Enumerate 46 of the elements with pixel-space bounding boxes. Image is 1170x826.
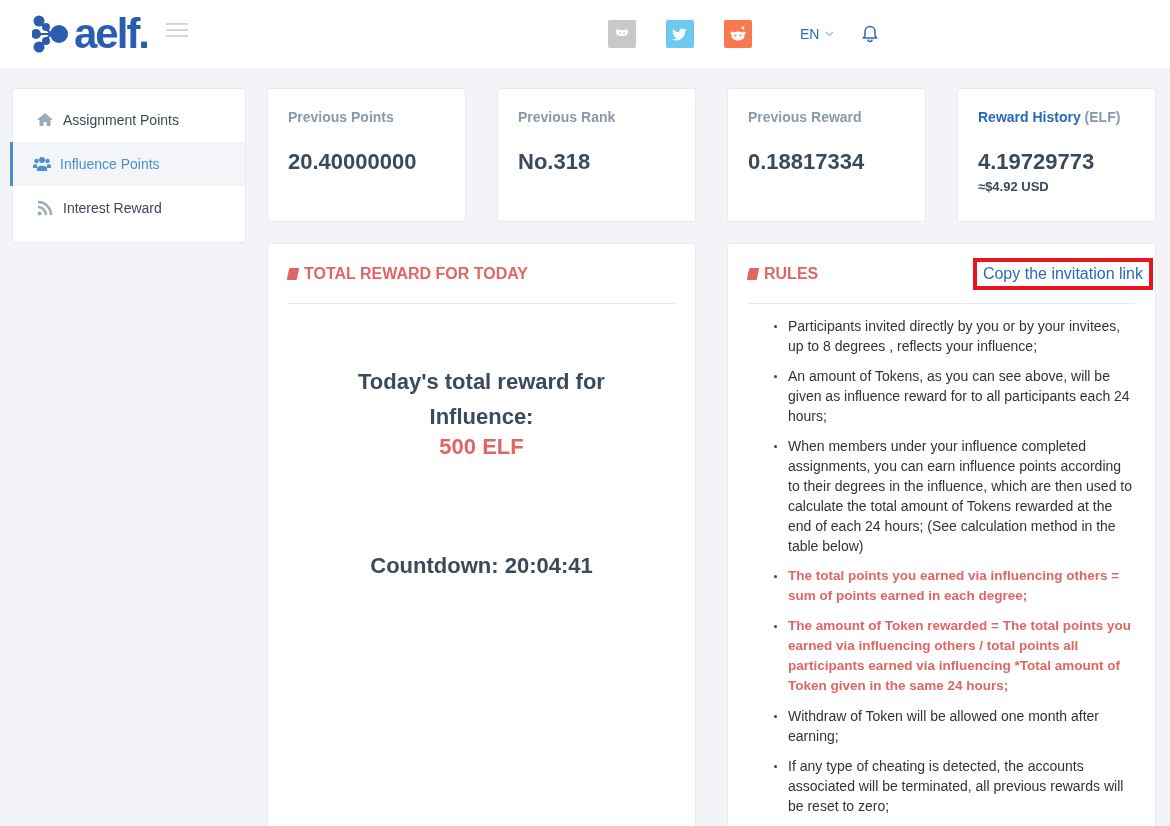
rss-icon	[36, 199, 54, 217]
bullet-icon	[774, 715, 777, 718]
bullet-icon	[774, 445, 777, 448]
bullet-icon	[774, 765, 777, 768]
panel-heading: TOTAL REWARD FOR TODAY	[288, 264, 528, 283]
stat-value: No.318	[518, 149, 592, 175]
stat-value: 4.19729773	[978, 149, 1096, 175]
stat-title[interactable]: Reward History (ELF)	[978, 109, 1135, 125]
stat-title: Previous Rank	[518, 109, 617, 125]
sidebar-item[interactable]: Assignment Points	[13, 98, 245, 142]
bullet-icon	[774, 575, 777, 578]
rule-text: Withdraw of Token will be allowed one month after earning;	[788, 707, 1100, 746]
bullet-icon	[774, 375, 777, 378]
cat-logo-icon[interactable]	[608, 20, 636, 48]
reward-title: Today's total reward for Influence:	[357, 368, 606, 431]
usd-value: ≈$4.92 USD	[978, 179, 1050, 194]
stat-title: Previous Reward	[748, 109, 863, 125]
bell-icon[interactable]	[862, 25, 879, 43]
sidebar-item[interactable]: Interest Reward	[13, 186, 245, 230]
bullet-icon	[774, 325, 777, 328]
alien-face-icon[interactable]	[724, 20, 752, 48]
rule-text: Participants invited directly by you or by your invitees, up to 8 degrees , reflects your influence;	[788, 317, 1122, 356]
panel-heading: RULES	[748, 264, 819, 283]
rule-text: An amount of Tokens, as you can see above, will be given as influence reward for to all participants each 24 hours;	[788, 367, 1131, 426]
bullet-icon	[774, 625, 777, 628]
logo-wordmark[interactable]: aelf.	[74, 13, 149, 55]
reward-amount: 500 ELF	[438, 434, 525, 460]
language-selector[interactable]: EN	[800, 26, 835, 42]
logo-icon	[32, 15, 70, 53]
house-icon	[36, 111, 54, 129]
rule-text: When members under your influence completed assignments, you can earn influence points according to their degrees in the influence, which are then used to calculate the total amount of Tokens rewarded at the end of each 24 hours; (See calculation method in the table below)	[788, 437, 1133, 556]
stat-title: Previous Points	[288, 109, 395, 125]
copy-invitation-link[interactable]: Copy the invitation link	[972, 257, 1153, 290]
countdown-text: Countdown: 20:04:41	[369, 552, 594, 580]
book-icon	[746, 267, 760, 280]
bird-icon[interactable]	[666, 20, 694, 48]
stat-value: 0.18817334	[748, 149, 866, 175]
people-icon	[33, 155, 51, 173]
book-icon	[286, 267, 300, 280]
stat-value: 20.40000000	[288, 149, 418, 175]
caret-icon	[825, 31, 835, 37]
sidebar-item[interactable]: Influence Points	[10, 142, 245, 186]
rule-text: If any type of cheating is detected, the accounts associated will be terminated, all previous rewards will be reset to zero;	[788, 757, 1125, 816]
rule-text: The total points you earned via influencing others = sum of points earned in each degree;	[788, 567, 1121, 605]
menu-icon[interactable]	[166, 22, 189, 38]
rule-text: The amount of Token rewarded = The total points you earned via influencing others / total points all participants earned via influencing *Total amount of Token given in the same 24 hours;	[788, 617, 1132, 695]
